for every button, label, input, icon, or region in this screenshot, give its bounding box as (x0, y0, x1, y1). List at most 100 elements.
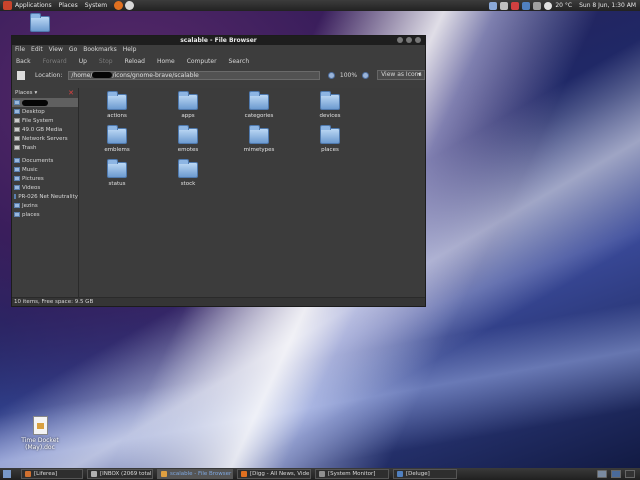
menu-bookmarks[interactable]: Bookmarks (83, 46, 117, 53)
menu-view[interactable]: View (49, 46, 63, 53)
system-menu[interactable]: System (85, 2, 107, 9)
view-mode-select[interactable]: View as Icons ▾ (377, 70, 425, 80)
file-item[interactable]: stock (158, 159, 218, 187)
folder-icon (14, 158, 20, 163)
file-item-label: status (108, 181, 126, 187)
zoom-level[interactable]: 100% (340, 72, 357, 79)
weather-temperature[interactable]: 20 °C (555, 2, 572, 9)
menu-file[interactable]: File (15, 46, 25, 53)
workspace-2[interactable] (625, 470, 635, 478)
file-item[interactable]: emblems (87, 125, 147, 153)
volume-tray-icon[interactable] (533, 1, 542, 10)
sidebar-item-label: Documents (22, 157, 54, 164)
menu-go[interactable]: Go (69, 46, 77, 53)
folder-icon (30, 13, 50, 32)
menu-edit[interactable]: Edit (31, 46, 43, 53)
back-button[interactable]: Back (16, 58, 31, 65)
sidebar-item[interactable]: Pictures (12, 174, 78, 183)
taskbar-button[interactable]: scalable - File Browser (157, 469, 233, 479)
bluetooth-tray-icon[interactable] (522, 1, 531, 10)
sidebar-item[interactable]: Trash (12, 143, 78, 152)
desktop-document-label: Time Docket (May).doc (21, 437, 59, 451)
chevron-down-icon: ▾ (34, 90, 38, 96)
location-field[interactable]: /home/ /icons/gnome-brave/scalable (68, 70, 320, 80)
minimize-icon[interactable] (397, 37, 403, 43)
places-menu[interactable]: Places (59, 2, 78, 9)
window-titlebar[interactable]: scalable - File Browser (12, 36, 425, 45)
clock[interactable]: Sun 8 Jun, 1:30 AM (579, 2, 636, 9)
close-sidebar-icon[interactable]: ✕ (68, 89, 74, 97)
zoom-in-icon[interactable] (362, 71, 370, 79)
sidebar-item[interactable]: Videos (12, 183, 78, 192)
file-item[interactable]: emotes (158, 125, 218, 153)
location-bar: Location: /home/ /icons/gnome-brave/scala… (12, 68, 425, 82)
file-item[interactable]: actions (87, 91, 147, 119)
computer-button[interactable]: Computer (187, 58, 217, 65)
network-tray-icon[interactable] (489, 1, 498, 10)
file-item-label: categories (244, 113, 274, 119)
taskbar-button[interactable]: [Liferea] (21, 469, 83, 479)
folder-icon (14, 203, 20, 208)
folder-icon (107, 125, 127, 144)
up-button[interactable]: Up (79, 58, 87, 65)
forward-button[interactable]: Forward (43, 58, 67, 65)
sidebar-item[interactable]: PR-026 Net Neutrality (12, 192, 78, 201)
home-button[interactable]: Home (157, 58, 175, 65)
reload-button[interactable]: Reload (125, 58, 145, 65)
desktop-document[interactable]: Time Docket (May).doc (6, 416, 74, 451)
bottom-panel: [Liferea] [INBOX (2069 total) - ... scalab… (0, 468, 640, 480)
update-tray-icon[interactable] (511, 1, 520, 10)
folder-icon (249, 91, 269, 110)
stop-button[interactable]: Stop (99, 58, 113, 65)
file-item[interactable]: mimetypes (229, 125, 289, 153)
workspace-1[interactable] (611, 470, 621, 478)
desktop-folder[interactable] (30, 13, 50, 34)
maximize-icon[interactable] (406, 37, 412, 43)
folder-icon (107, 91, 127, 110)
file-item[interactable]: devices (300, 91, 360, 119)
sidebar-item[interactable]: Jezins (12, 201, 78, 210)
desktop-icon (14, 109, 20, 114)
menu-help[interactable]: Help (123, 46, 137, 53)
sidebar-item-label: Music (22, 166, 38, 173)
trash-icon[interactable] (597, 470, 607, 478)
sidebar-item[interactable]: Documents (12, 156, 78, 165)
chat-tray-icon[interactable] (500, 1, 509, 10)
sidebar-item[interactable] (12, 98, 78, 107)
file-item-label: emotes (177, 147, 199, 153)
app-icon (91, 471, 97, 477)
taskbar-button[interactable]: [INBOX (2069 total) - ... (87, 469, 153, 479)
network-icon (14, 136, 20, 141)
sidebar-header[interactable]: Places ▾ ✕ (12, 88, 78, 98)
sidebar-item-label: Videos (22, 184, 41, 191)
file-item[interactable]: status (87, 159, 147, 187)
mail-launcher-icon[interactable] (125, 1, 135, 10)
show-desktop-icon[interactable] (3, 470, 11, 478)
sidebar-item-label: Network Servers (22, 135, 68, 142)
sidebar-item[interactable]: Network Servers (12, 134, 78, 143)
taskbar-button[interactable]: [System Monitor] (315, 469, 389, 479)
app-icon (397, 471, 403, 477)
close-icon[interactable] (415, 37, 421, 43)
file-view: actions apps categories devices emblems emote… (79, 88, 425, 299)
taskbar-button-label: scalable - File Browser (170, 471, 232, 477)
sidebar-item[interactable]: Desktop (12, 107, 78, 116)
search-button[interactable]: Search (229, 58, 250, 65)
firefox-launcher-icon[interactable] (114, 1, 124, 10)
edit-location-icon[interactable] (17, 70, 25, 80)
sidebar-item[interactable]: Music (12, 165, 78, 174)
taskbar-button[interactable]: [Deluge] (393, 469, 457, 479)
file-item[interactable]: places (300, 125, 360, 153)
zoom-out-icon[interactable] (327, 71, 335, 79)
sidebar-item[interactable]: places (12, 210, 78, 219)
applications-menu[interactable]: Applications (15, 2, 52, 9)
file-item[interactable]: apps (158, 91, 218, 119)
folder-icon (107, 159, 127, 178)
view-mode-label: View as Icons (381, 71, 422, 78)
sidebar-item[interactable]: File System (12, 116, 78, 125)
file-item[interactable]: categories (229, 91, 289, 119)
sidebar-item-label: Desktop (22, 108, 45, 115)
taskbar-button[interactable]: [Digg - All News, Vide... (237, 469, 311, 479)
sidebar-item[interactable]: 49.0 GB Media (12, 125, 78, 134)
file-item-label: actions (107, 113, 127, 119)
